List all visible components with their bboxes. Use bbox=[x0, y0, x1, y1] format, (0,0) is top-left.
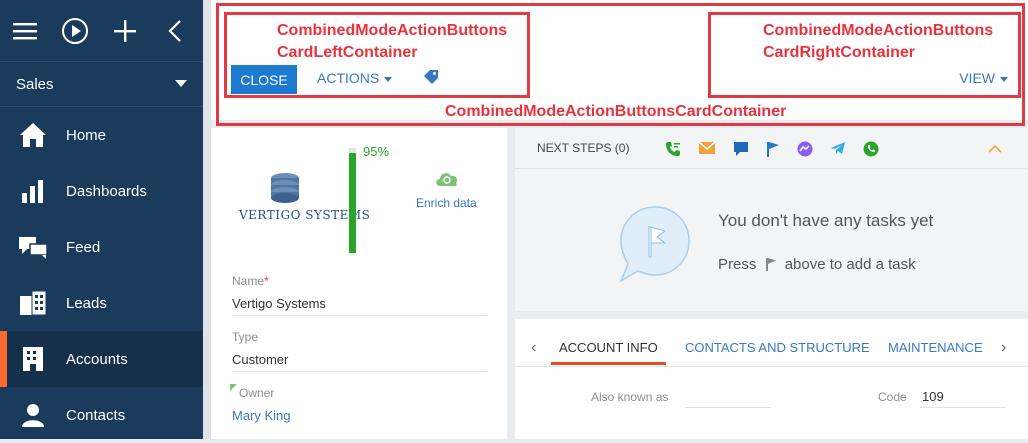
workplace-label: Sales bbox=[16, 75, 54, 93]
flag-icon bbox=[765, 258, 776, 271]
hint-after: above to add a task bbox=[784, 256, 916, 273]
view-label: VIEW bbox=[959, 70, 995, 86]
next-steps-empty-state: You don't have any tasks yet Press above… bbox=[515, 169, 1028, 311]
owner-label-text: Owner bbox=[239, 386, 275, 400]
flag-icon[interactable] bbox=[766, 141, 780, 157]
telegram-icon[interactable] bbox=[830, 141, 846, 155]
workplace-selector[interactable]: Sales bbox=[0, 62, 203, 107]
collapse-up-icon[interactable] bbox=[988, 144, 1002, 153]
tag-icon[interactable] bbox=[423, 70, 439, 91]
message-icon[interactable] bbox=[733, 141, 749, 156]
name-label-text: Name bbox=[232, 274, 265, 288]
view-dropdown[interactable]: VIEW bbox=[959, 70, 1008, 86]
empty-tasks-hint: Press above to add a task bbox=[718, 256, 916, 273]
sidebar-item-leads[interactable]: Leads bbox=[0, 275, 203, 331]
name-field-label: Name* bbox=[232, 274, 487, 288]
leads-icon bbox=[0, 290, 66, 316]
account-profile: VERTIGO SYSTEMS 95% Enrich data Name* Ve… bbox=[211, 128, 507, 439]
actions-dropdown[interactable]: ACTIONS bbox=[317, 70, 393, 86]
tab-bar: ‹ ACCOUNT INFO CONTACTS AND STRUCTURE MA… bbox=[515, 319, 1028, 367]
also-known-as-input[interactable] bbox=[685, 389, 771, 408]
messenger-icon[interactable] bbox=[797, 141, 813, 157]
next-steps-title: NEXT STEPS (0) bbox=[537, 141, 630, 155]
owner-field: Owner Mary King bbox=[230, 384, 487, 427]
menu-icon[interactable] bbox=[0, 0, 50, 62]
action-buttons-panel: CombinedModeActionButtons CardLeftContai… bbox=[211, 0, 1028, 128]
sidebar-item-label: Leads bbox=[66, 294, 107, 312]
sidebar-item-label: Accounts bbox=[66, 350, 128, 368]
corner-marker-icon bbox=[230, 384, 237, 391]
caret-down-icon bbox=[1000, 76, 1008, 82]
sidebar-item-home[interactable]: Home bbox=[0, 107, 203, 163]
account-tabs-panel: ‹ ACCOUNT INFO CONTACTS AND STRUCTURE MA… bbox=[515, 319, 1028, 439]
sidebar-item-label: Feed bbox=[66, 238, 101, 256]
chat-bubbles-icon bbox=[0, 235, 66, 259]
name-input[interactable]: Vertigo Systems bbox=[232, 296, 487, 316]
tab-contacts-and-structure[interactable]: CONTACTS AND STRUCTURE bbox=[685, 340, 870, 355]
container-label: CombinedModeActionButtonsCardContainer bbox=[445, 103, 787, 120]
person-icon bbox=[0, 403, 66, 427]
tab-account-info[interactable]: ACCOUNT INFO bbox=[551, 340, 666, 365]
home-icon bbox=[0, 122, 66, 148]
cloud-search-icon[interactable] bbox=[434, 170, 460, 193]
sidebar-item-dashboards[interactable]: Dashboards bbox=[0, 163, 203, 219]
left-container-label: CombinedModeActionButtons CardLeftContai… bbox=[277, 22, 508, 61]
sidebar-item-label: Contacts bbox=[66, 406, 126, 424]
next-steps-header: NEXT STEPS (0) bbox=[515, 128, 1028, 169]
sidebar-item-label: Dashboards bbox=[66, 182, 147, 200]
sidebar-toolbar bbox=[0, 0, 203, 62]
sidebar-item-feed[interactable]: Feed bbox=[0, 219, 203, 275]
sidebar-divider bbox=[203, 0, 211, 439]
right-container-label: CombinedModeActionButtons CardRightConta… bbox=[763, 22, 994, 61]
empty-tasks-message: You don't have any tasks yet bbox=[718, 211, 934, 230]
whatsapp-icon[interactable] bbox=[863, 141, 879, 157]
required-marker: * bbox=[264, 274, 269, 288]
code-input[interactable]: 109 bbox=[920, 389, 1006, 408]
type-input[interactable]: Customer bbox=[232, 352, 487, 372]
actions-label: ACTIONS bbox=[317, 70, 380, 86]
bar-chart-icon bbox=[0, 179, 66, 203]
profile-completeness-value: 95% bbox=[363, 144, 390, 159]
play-icon[interactable] bbox=[50, 0, 100, 62]
sidebar-item-accounts[interactable]: Accounts bbox=[0, 331, 203, 387]
type-field: Type Customer bbox=[232, 330, 487, 372]
also-known-as-label: Also known as bbox=[591, 390, 669, 404]
owner-link[interactable]: Mary King bbox=[232, 408, 487, 427]
building-icon bbox=[0, 346, 66, 372]
hint-before: Press bbox=[718, 256, 757, 273]
chevron-down-icon bbox=[175, 80, 187, 87]
sidebar-item-contacts[interactable]: Contacts bbox=[0, 387, 203, 443]
caret-down-icon bbox=[384, 76, 393, 82]
type-field-label: Type bbox=[232, 330, 259, 344]
profile-completeness-fill bbox=[349, 153, 356, 253]
empty-tasks-icon bbox=[619, 206, 690, 283]
phone-icon[interactable] bbox=[665, 141, 681, 157]
tabs-prev-icon[interactable]: ‹ bbox=[531, 339, 536, 357]
name-field: Name* Vertigo Systems bbox=[232, 274, 487, 316]
sidebar: Sales Home Dashboards Feed Leads Account… bbox=[0, 0, 203, 439]
plus-icon[interactable] bbox=[100, 0, 150, 62]
code-label: Code bbox=[878, 390, 907, 404]
next-steps-panel: NEXT STEPS (0) You don't have any tasks … bbox=[515, 128, 1028, 311]
close-button[interactable]: CLOSE bbox=[231, 65, 297, 94]
enrich-data-link[interactable]: Enrich data bbox=[416, 196, 477, 210]
profile-completeness-bar bbox=[349, 148, 356, 253]
tab-maintenance[interactable]: MAINTENANCE bbox=[888, 340, 983, 355]
next-steps-actions bbox=[665, 141, 879, 157]
sidebar-item-label: Home bbox=[66, 126, 107, 144]
owner-field-label: Owner bbox=[230, 384, 487, 400]
collapse-chevron-icon[interactable] bbox=[150, 0, 200, 62]
email-icon[interactable] bbox=[698, 141, 716, 155]
tabs-next-icon[interactable]: › bbox=[1001, 339, 1006, 357]
